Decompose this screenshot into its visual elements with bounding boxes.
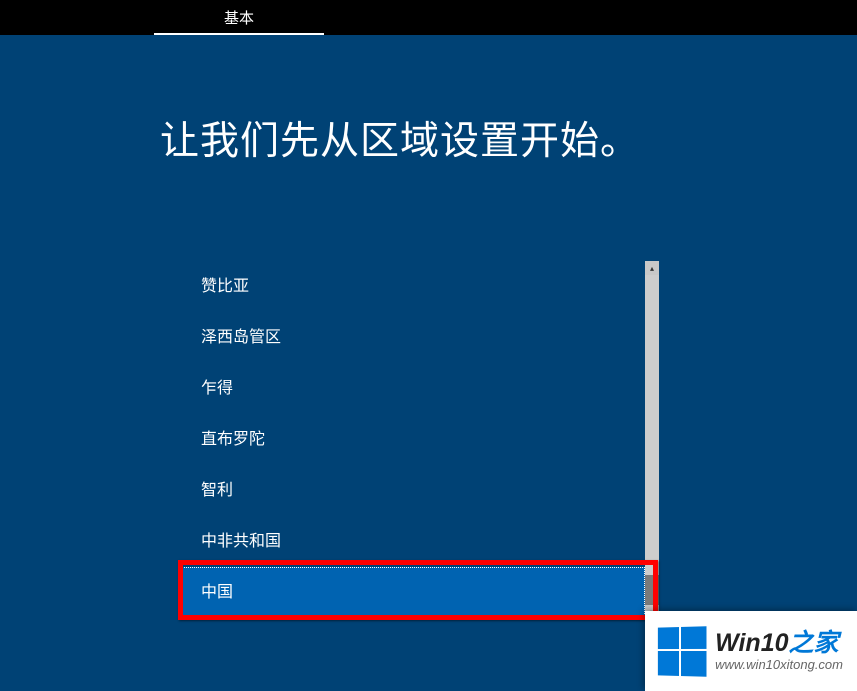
list-item-label: 乍得 [201,380,233,397]
scroll-track[interactable] [645,275,659,605]
watermark: Win10之家 www.win10xitong.com [645,611,857,691]
list-item-label: 中国 [201,584,233,601]
list-item[interactable]: 智利 [181,465,645,516]
watermark-title: Win10之家 [715,629,843,658]
scroll-thumb[interactable] [645,575,659,605]
tab-label: 基本 [224,10,254,27]
scroll-up-button[interactable]: ▴ [645,261,659,275]
list-item[interactable]: 赞比亚 [181,261,645,312]
list-item-label: 赞比亚 [201,278,249,295]
region-list[interactable]: 赞比亚 泽西岛管区 乍得 直布罗陀 智利 中非共和国 中国 [181,261,645,619]
list-item[interactable]: 泽西岛管区 [181,312,645,363]
list-item[interactable]: 乍得 [181,363,645,414]
list-item[interactable]: 直布罗陀 [181,414,645,465]
tab-basic[interactable]: 基本 [154,0,324,35]
main-content: 让我们先从区域设置开始。 [0,35,857,166]
scrollbar[interactable]: ▴ ▾ [645,261,659,619]
windows-logo-icon [658,626,706,675]
watermark-url: www.win10xitong.com [715,658,843,673]
chevron-up-icon: ▴ [650,264,654,273]
list-item[interactable]: 中非共和国 [181,516,645,567]
watermark-title-prefix: Win10 [715,629,788,657]
watermark-title-suffix: 之家 [789,629,839,657]
top-bar: 基本 [0,0,857,35]
page-title: 让我们先从区域设置开始。 [0,110,857,166]
watermark-text: Win10之家 www.win10xitong.com [715,629,843,673]
list-item-label: 泽西岛管区 [201,329,281,346]
list-item-selected[interactable]: 中国 [181,567,645,618]
list-item-label: 中非共和国 [201,533,281,550]
list-item-label: 智利 [201,482,233,499]
region-list-container: 赞比亚 泽西岛管区 乍得 直布罗陀 智利 中非共和国 中国 ▴ ▾ [181,261,659,619]
list-item-label: 直布罗陀 [201,431,265,448]
